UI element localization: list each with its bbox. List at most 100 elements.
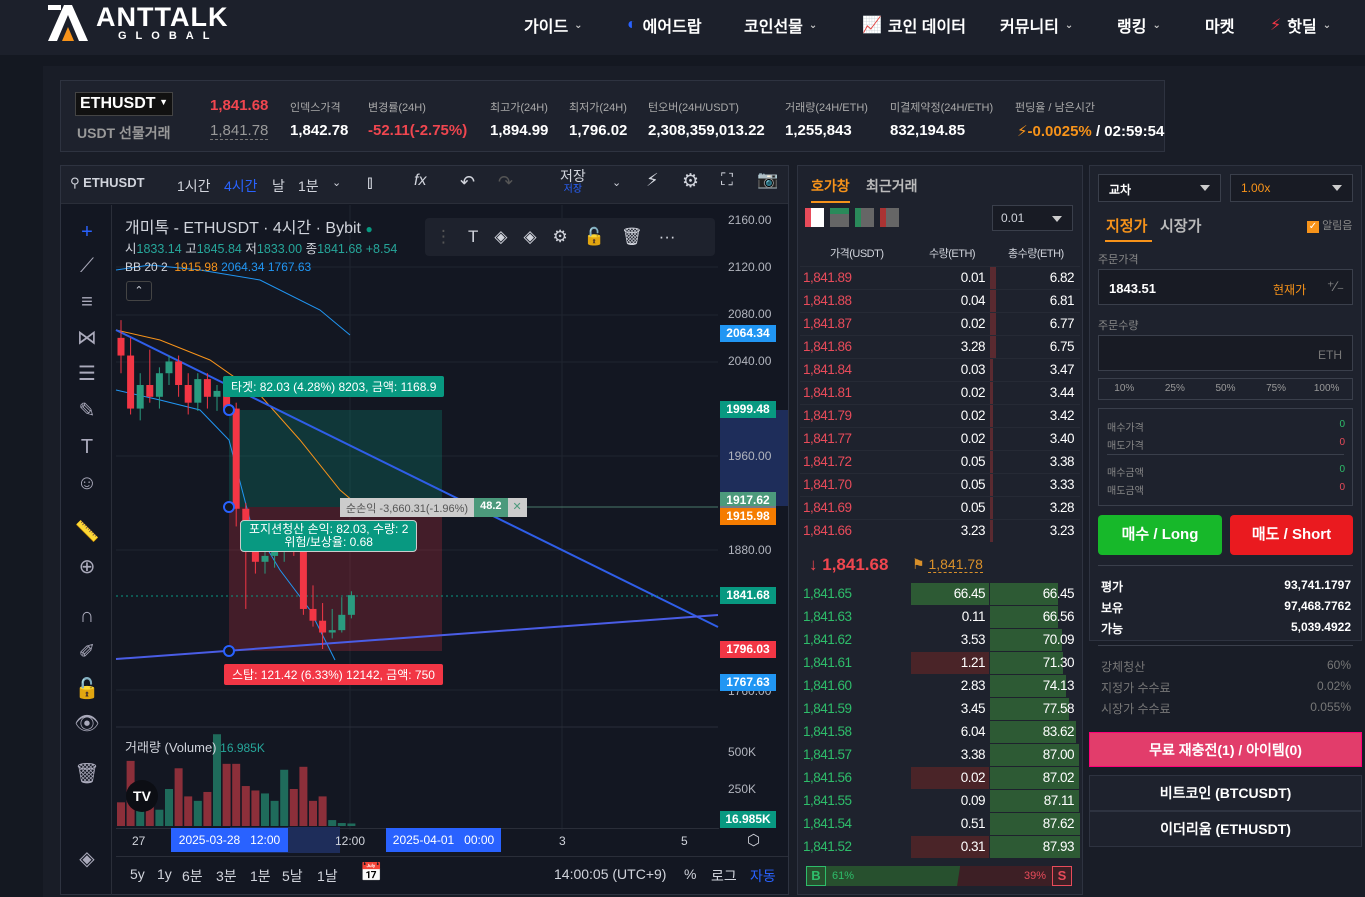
- bid-row[interactable]: 1,841.54 0.51 87.62: [800, 813, 1080, 836]
- margin-mode-select[interactable]: 교차: [1098, 174, 1221, 202]
- range-option[interactable]: 1날: [317, 866, 338, 886]
- ask-row[interactable]: 1,841.70 0.05 3.33: [800, 473, 1080, 496]
- short-button[interactable]: 매도 / Short: [1230, 515, 1353, 555]
- candle-body: [319, 620, 327, 633]
- buy-ratio-fill: [806, 866, 961, 886]
- bid-row[interactable]: 1,841.57 3.38 87.00: [800, 744, 1080, 767]
- col-header-qty: 수량(ETH): [929, 248, 976, 260]
- range-option[interactable]: 6분: [182, 866, 203, 886]
- qty-input[interactable]: ETH: [1098, 335, 1353, 371]
- more-icon[interactable]: ···: [659, 227, 676, 247]
- tradingview-logo[interactable]: TV: [126, 780, 158, 812]
- price-tag: 1767.63: [720, 674, 776, 692]
- target-handle[interactable]: [223, 404, 235, 416]
- ask-row[interactable]: 1,841.86 3.28 6.75: [800, 335, 1080, 358]
- text-style-icon[interactable]: T: [468, 227, 478, 247]
- flag-icon: ⚑: [912, 556, 925, 572]
- drag-handle-icon[interactable]: ⋮: [435, 227, 452, 247]
- range-option[interactable]: 1분: [250, 866, 271, 886]
- ask-row[interactable]: 1,841.84 0.03 3.47: [800, 358, 1080, 381]
- range-option[interactable]: 5y: [130, 866, 145, 882]
- range-option[interactable]: 5날: [282, 866, 303, 886]
- qty-percent-button[interactable]: 25%: [1150, 379, 1201, 399]
- price-input[interactable]: 1843.51 현재가 ⁺∕₋: [1098, 269, 1353, 305]
- qty-percent-button[interactable]: 50%: [1200, 379, 1251, 399]
- qty-percent-button[interactable]: 10%: [1099, 379, 1150, 399]
- settings-icon[interactable]: ⚙: [553, 227, 568, 247]
- volume-bar: [232, 763, 241, 826]
- bid-row[interactable]: 1,841.60 2.83 74.13: [800, 675, 1080, 698]
- summary-row: 매도금액 0: [1107, 482, 1345, 497]
- price-tag: 1796.03: [720, 640, 776, 658]
- stop-label: 스탑: 121.42 (6.33%) 12142, 금액: 750: [224, 664, 443, 685]
- volume-bar: [251, 790, 260, 826]
- qty-percent-button[interactable]: 75%: [1251, 379, 1302, 399]
- goto-date-icon[interactable]: 📅: [360, 862, 382, 883]
- summary-row: 매도가격 0: [1107, 437, 1345, 452]
- ask-row[interactable]: 1,841.66 3.23 3.23: [800, 519, 1080, 542]
- ask-row[interactable]: 1,841.87 0.02 6.77: [800, 312, 1080, 335]
- percent-toggle[interactable]: %: [684, 866, 696, 882]
- price-axis-label: 1880.00: [728, 543, 772, 557]
- bid-row[interactable]: 1,841.62 3.53 70.09: [800, 629, 1080, 652]
- ask-row[interactable]: 1,841.88 0.04 6.81: [800, 289, 1080, 312]
- view-split-icon[interactable]: [830, 208, 849, 227]
- long-button[interactable]: 매수 / Long: [1098, 515, 1222, 555]
- bid-row[interactable]: 1,841.52 0.31 87.93: [800, 836, 1080, 859]
- recharge-button[interactable]: 무료 재충전(1) / 아이템(0): [1089, 732, 1362, 767]
- ask-row[interactable]: 1,841.77 0.02 3.40: [800, 427, 1080, 450]
- candle-body: [136, 385, 144, 409]
- trash-icon[interactable]: 🗑: [621, 227, 643, 247]
- unlock-icon[interactable]: 🔓: [584, 227, 605, 247]
- qty-percent-button[interactable]: 100%: [1301, 379, 1352, 399]
- bid-row[interactable]: 1,841.61 1.21 71.30: [800, 652, 1080, 675]
- range-option[interactable]: 3분: [216, 866, 237, 886]
- ask-row[interactable]: 1,841.81 0.02 3.44: [800, 381, 1080, 404]
- bid-row[interactable]: 1,841.63 0.11 66.56: [800, 606, 1080, 629]
- plus-minus-icon[interactable]: ⁺∕₋: [1327, 278, 1344, 295]
- symbol-btcusdt-button[interactable]: 비트코인 (BTCUSDT): [1089, 775, 1362, 811]
- auto-toggle[interactable]: 자동: [750, 866, 776, 886]
- ask-row[interactable]: 1,841.69 0.05 3.28: [800, 496, 1080, 519]
- symbol-ethusdt-button[interactable]: 이더리움 (ETHUSDT): [1089, 811, 1362, 847]
- ask-row[interactable]: 1,841.79 0.02 3.42: [800, 404, 1080, 427]
- line-color-icon[interactable]: ◈: [523, 227, 536, 247]
- pnl-tag[interactable]: 순손익 -3,660.31(-1.96%) 48.2 ✕: [340, 498, 527, 517]
- collapse-legend-button[interactable]: ⌃: [126, 281, 152, 301]
- entry-handle[interactable]: [223, 501, 235, 513]
- current-price-button[interactable]: 현재가: [1273, 281, 1306, 298]
- bb-legend: BB 20 2 1915.98 2064.34 1767.63: [125, 260, 312, 274]
- stop-handle[interactable]: [223, 645, 235, 657]
- fill-color-icon[interactable]: ◈: [494, 227, 507, 247]
- ask-row[interactable]: 1,841.89 0.01 6.82: [800, 266, 1080, 289]
- ask-row[interactable]: 1,841.72 0.05 3.38: [800, 450, 1080, 473]
- leverage-select[interactable]: 1.00x: [1230, 174, 1353, 202]
- log-toggle[interactable]: 로그: [711, 866, 737, 886]
- range-option[interactable]: 1y: [157, 866, 172, 882]
- clock[interactable]: 14:00:05 (UTC+9): [554, 866, 666, 882]
- alert-checkbox[interactable]: ✓ 알림음: [1307, 217, 1352, 233]
- view-bids-icon[interactable]: [855, 208, 874, 227]
- view-both-icon[interactable]: [805, 208, 824, 227]
- volume-bar: [299, 766, 308, 826]
- close-icon[interactable]: ✕: [507, 498, 527, 517]
- bid-row[interactable]: 1,841.58 6.04 83.62: [800, 721, 1080, 744]
- bid-row[interactable]: 1,841.59 3.45 77.58: [800, 698, 1080, 721]
- live-dot-icon: ●: [365, 222, 373, 236]
- bid-row[interactable]: 1,841.56 0.02 87.02: [800, 767, 1080, 790]
- tick-size-select[interactable]: 0.01: [992, 205, 1073, 231]
- volume-axis-label: 250K: [728, 782, 757, 796]
- tab-market[interactable]: 시장가: [1160, 215, 1201, 236]
- volume-bar: [347, 823, 356, 826]
- bid-row[interactable]: 1,841.65 66.45 66.45: [800, 583, 1080, 606]
- volume-bar: [203, 791, 212, 826]
- volume-legend: 거래량 (Volume) 16.985K: [125, 740, 265, 755]
- view-asks-icon[interactable]: [880, 208, 899, 227]
- axis-settings-icon[interactable]: ⬡: [747, 831, 760, 849]
- tab-orderbook[interactable]: 호가창: [811, 176, 850, 203]
- buy-pct: 61%: [832, 870, 855, 882]
- tab-limit[interactable]: 지정가: [1105, 215, 1153, 242]
- bid-row[interactable]: 1,841.55 0.09 87.11: [800, 790, 1080, 813]
- fee-row: 강체청산 60%: [1101, 658, 1351, 674]
- tab-recent-trades[interactable]: 최근거래: [866, 176, 918, 196]
